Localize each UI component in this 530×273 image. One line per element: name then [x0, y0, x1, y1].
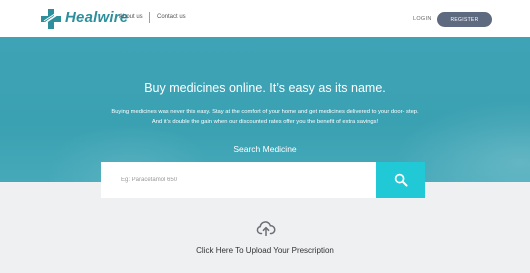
upload-prescription-link[interactable]: Click Here To Upload Your Prescription [0, 246, 530, 255]
nav-link-contact[interactable]: Contact us [157, 14, 186, 20]
search-box [101, 162, 376, 198]
hero-description-line-2: And it’s double the gain when our discou… [151, 119, 379, 125]
cloud-upload-icon[interactable] [256, 220, 276, 236]
magnifier-icon [394, 173, 408, 187]
top-nav-bar: Healwire About us Contact us LOGIN REGIS… [0, 0, 530, 37]
search-medicine-input[interactable] [101, 162, 376, 198]
search-button[interactable] [376, 162, 425, 198]
nav-link-about[interactable]: About us [119, 14, 143, 20]
search-medicine-label: Search Medicine [233, 144, 297, 154]
hero-description-line-1: Buying medicines was never this easy. St… [111, 109, 419, 115]
register-button[interactable]: REGISTER [437, 12, 492, 27]
nav-divider [149, 12, 150, 23]
logo-cross-icon[interactable] [41, 9, 61, 29]
login-link[interactable]: LOGIN [413, 16, 432, 22]
hero-title: Buy medicines online. It’s easy as its n… [144, 81, 386, 95]
